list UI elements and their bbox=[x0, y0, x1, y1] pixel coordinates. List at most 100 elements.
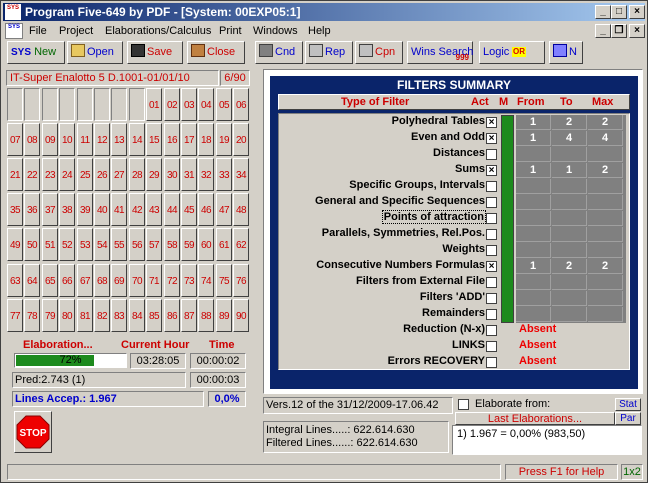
filter-max-value[interactable]: 2 bbox=[588, 163, 623, 178]
number-cell[interactable]: 11 bbox=[77, 123, 93, 156]
number-cell[interactable]: 65 bbox=[42, 264, 58, 297]
number-cell[interactable]: 22 bbox=[24, 158, 40, 191]
filter-active-checkbox[interactable] bbox=[486, 309, 497, 320]
filter-max-value[interactable] bbox=[588, 275, 623, 290]
number-cell[interactable]: 43 bbox=[146, 193, 162, 226]
filter-to-value[interactable] bbox=[552, 227, 587, 242]
filter-to-value[interactable] bbox=[552, 211, 587, 226]
filter-to-value[interactable]: 2 bbox=[552, 259, 587, 274]
number-cell[interactable]: 17 bbox=[181, 123, 197, 156]
number-cell[interactable]: 78 bbox=[24, 299, 40, 332]
filter-from-value[interactable]: 1 bbox=[516, 259, 551, 274]
number-cell[interactable]: 51 bbox=[42, 228, 58, 261]
filter-from-value[interactable] bbox=[516, 243, 551, 258]
filter-max-value[interactable]: 4 bbox=[588, 131, 623, 146]
number-cell[interactable]: 56 bbox=[129, 228, 145, 261]
number-cell[interactable]: 05 bbox=[216, 88, 232, 121]
number-cell[interactable]: 18 bbox=[198, 123, 214, 156]
menu-help[interactable]: Help bbox=[308, 25, 331, 37]
filter-from-value[interactable] bbox=[516, 275, 551, 290]
menu-project[interactable]: Project bbox=[59, 25, 93, 37]
number-cell[interactable]: 49 bbox=[7, 228, 23, 261]
filter-from-value[interactable]: 1 bbox=[516, 115, 551, 130]
new-button[interactable]: SYS New bbox=[7, 41, 65, 64]
number-cell[interactable]: 58 bbox=[164, 228, 180, 261]
number-cell[interactable]: 26 bbox=[94, 158, 110, 191]
filter-to-value[interactable]: 2 bbox=[552, 115, 587, 130]
number-cell[interactable]: 74 bbox=[198, 264, 214, 297]
minimize-button[interactable]: _ bbox=[595, 5, 611, 19]
filter-active-checkbox[interactable]: × bbox=[486, 165, 497, 176]
number-cell[interactable]: 57 bbox=[146, 228, 162, 261]
number-cell[interactable]: 76 bbox=[233, 264, 249, 297]
number-cell[interactable]: 87 bbox=[181, 299, 197, 332]
filter-max-value[interactable] bbox=[588, 307, 623, 322]
number-cell[interactable]: 61 bbox=[216, 228, 232, 261]
number-cell[interactable]: 31 bbox=[181, 158, 197, 191]
number-cell[interactable]: 84 bbox=[129, 299, 145, 332]
number-cell[interactable]: 50 bbox=[24, 228, 40, 261]
number-cell[interactable]: 34 bbox=[233, 158, 249, 191]
elaborate-from-checkbox[interactable] bbox=[458, 399, 469, 410]
filter-max-value[interactable] bbox=[588, 291, 623, 306]
wins-search-button[interactable]: Wins Search 999 bbox=[407, 41, 473, 64]
number-cell[interactable]: 71 bbox=[146, 264, 162, 297]
filter-max-value[interactable]: 2 bbox=[588, 259, 623, 274]
close-button[interactable]: × bbox=[629, 5, 645, 19]
number-cell[interactable]: 63 bbox=[7, 264, 23, 297]
number-cell[interactable]: 16 bbox=[164, 123, 180, 156]
number-cell[interactable]: 29 bbox=[146, 158, 162, 191]
filter-max-value[interactable] bbox=[588, 147, 623, 162]
filter-active-checkbox[interactable] bbox=[486, 293, 497, 304]
menu-elaborations[interactable]: Elaborations/Calculus bbox=[105, 25, 211, 37]
menu-file[interactable]: File bbox=[29, 25, 47, 37]
filter-active-checkbox[interactable]: × bbox=[486, 133, 497, 144]
filter-from-value[interactable] bbox=[516, 291, 551, 306]
filter-active-checkbox[interactable] bbox=[486, 229, 497, 240]
number-cell[interactable]: 53 bbox=[77, 228, 93, 261]
number-cell[interactable]: 25 bbox=[77, 158, 93, 191]
number-cell[interactable]: 89 bbox=[216, 299, 232, 332]
number-cell[interactable]: 28 bbox=[129, 158, 145, 191]
filter-from-value[interactable] bbox=[516, 307, 551, 322]
number-cell[interactable]: 67 bbox=[77, 264, 93, 297]
filter-to-value[interactable] bbox=[552, 307, 587, 322]
number-cell[interactable]: 39 bbox=[77, 193, 93, 226]
number-cell[interactable]: 62 bbox=[233, 228, 249, 261]
filter-to-value[interactable] bbox=[552, 275, 587, 290]
number-cell[interactable]: 08 bbox=[24, 123, 40, 156]
number-cell[interactable]: 86 bbox=[164, 299, 180, 332]
number-cell[interactable]: 12 bbox=[94, 123, 110, 156]
number-cell[interactable]: 01 bbox=[146, 88, 162, 121]
mdi-minimize-button[interactable]: _ bbox=[595, 24, 611, 38]
maximize-button[interactable]: □ bbox=[611, 5, 627, 19]
filter-active-checkbox[interactable] bbox=[486, 213, 497, 224]
open-button[interactable]: Open bbox=[67, 41, 123, 64]
number-cell[interactable]: 24 bbox=[59, 158, 75, 191]
number-cell[interactable]: 32 bbox=[198, 158, 214, 191]
filter-max-value[interactable] bbox=[588, 211, 623, 226]
number-cell[interactable]: 79 bbox=[42, 299, 58, 332]
cnd-button[interactable]: Cnd bbox=[255, 41, 303, 64]
network-button[interactable]: N bbox=[549, 41, 583, 64]
number-cell[interactable]: 85 bbox=[146, 299, 162, 332]
number-cell[interactable]: 03 bbox=[181, 88, 197, 121]
number-cell[interactable]: 60 bbox=[198, 228, 214, 261]
stat-button[interactable]: Stat bbox=[615, 398, 641, 411]
number-cell[interactable]: 75 bbox=[216, 264, 232, 297]
number-cell[interactable]: 02 bbox=[164, 88, 180, 121]
mdi-child-icon[interactable]: SYS bbox=[5, 23, 23, 39]
filter-to-value[interactable] bbox=[552, 179, 587, 194]
filter-active-checkbox[interactable] bbox=[486, 277, 497, 288]
rep-button[interactable]: Rep bbox=[305, 41, 353, 64]
elaborate-from-toggle[interactable]: Elaborate from: bbox=[457, 397, 613, 411]
filter-from-value[interactable] bbox=[516, 211, 551, 226]
filter-max-value[interactable]: 2 bbox=[588, 115, 623, 130]
stop-button[interactable]: STOP bbox=[14, 411, 52, 453]
number-cell[interactable]: 07 bbox=[7, 123, 23, 156]
filter-from-value[interactable] bbox=[516, 147, 551, 162]
last-elaborations-button[interactable]: Last Elaborations... bbox=[455, 412, 615, 425]
extra-filter-checkbox[interactable] bbox=[486, 357, 497, 368]
filter-to-value[interactable] bbox=[552, 243, 587, 258]
save-button[interactable]: Save bbox=[127, 41, 183, 64]
